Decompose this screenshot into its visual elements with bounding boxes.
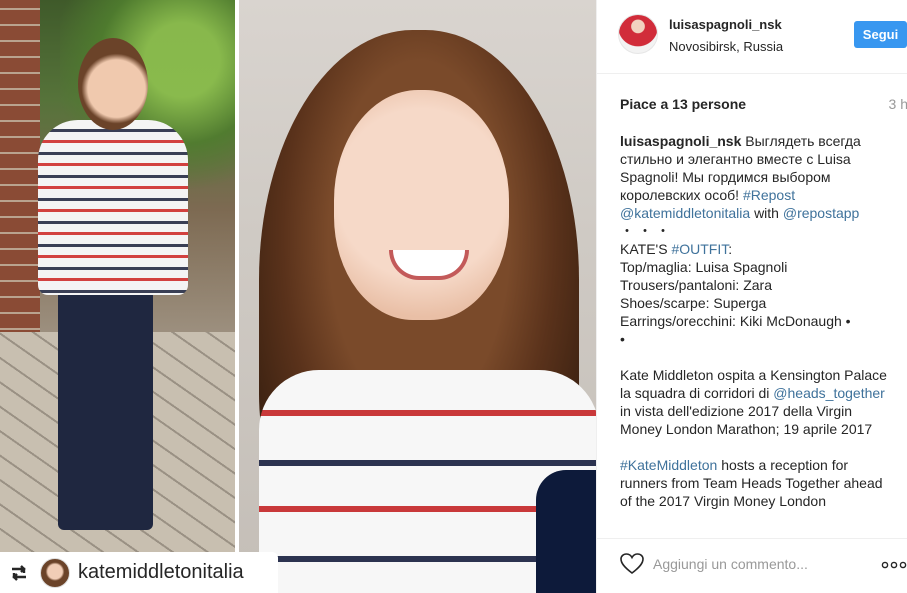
comment-bar [597, 538, 907, 593]
striped-sweater [38, 120, 188, 295]
figure-head [78, 38, 148, 130]
hashtag-repost[interactable]: #Repost [743, 187, 795, 203]
hashtag-katemiddleton[interactable]: #KateMiddleton [620, 457, 717, 473]
brick-wall [0, 0, 40, 360]
likes-count[interactable]: Piace a 13 persone [620, 96, 746, 112]
shoulder-foreground [536, 470, 596, 593]
repost-badge: katemiddletonitalia [0, 552, 278, 593]
kates-suffix: : [728, 241, 733, 257]
post-media[interactable]: katemiddletonitalia [0, 0, 596, 593]
mention-heads-together[interactable]: @heads_together [773, 385, 885, 401]
post-caption: luisaspagnoli_nsk Выглядеть всегда стиль… [620, 132, 890, 528]
post-photo-left [0, 0, 235, 552]
caption-bullet: • [620, 331, 625, 347]
post-username[interactable]: luisaspagnoli_nsk [669, 17, 782, 32]
heart-icon[interactable] [619, 551, 645, 577]
caption-para2-b: in vista dell'edizione 2017 della Virgin… [620, 403, 873, 437]
caption-with: with [754, 205, 779, 221]
post-photo-right [239, 0, 596, 593]
figure-legs [58, 290, 153, 530]
caption-author[interactable]: luisaspagnoli_nsk [620, 133, 741, 149]
post-timestamp[interactable]: 3 h [889, 96, 907, 112]
repost-icon [6, 560, 32, 586]
outfit-earrings: Earrings/orecchini: Kiki McDonaugh • [620, 313, 851, 329]
comment-input[interactable] [653, 552, 853, 576]
kates-prefix: KATE'S [620, 241, 668, 257]
follow-button[interactable]: Segui [854, 21, 907, 48]
more-options-icon[interactable] [881, 557, 907, 569]
avatar[interactable] [618, 14, 658, 54]
mention-source[interactable]: @katemiddletonitalia [620, 205, 750, 221]
repost-avatar [40, 557, 70, 588]
outfit-top: Top/maglia: Luisa Spagnoli [620, 259, 788, 275]
post-location[interactable]: Novosibirsk, Russia [669, 39, 783, 54]
post-sidebar: luisaspagnoli_nsk Novosibirsk, Russia Se… [596, 0, 907, 593]
mention-repostapp[interactable]: @repostapp [783, 205, 859, 221]
caption-dots: ・・・ [620, 223, 674, 239]
post-header: luisaspagnoli_nsk Novosibirsk, Russia Se… [597, 0, 907, 74]
outfit-shoes: Shoes/scarpe: Superga [620, 295, 767, 311]
outfit-trousers: Trousers/pantaloni: Zara [620, 277, 772, 293]
repost-source-name: katemiddletonitalia [78, 561, 244, 583]
portrait-face [334, 90, 509, 320]
likes-row: Piace a 13 persone 3 h [620, 96, 907, 116]
hashtag-outfit[interactable]: #OUTFIT [671, 241, 728, 257]
